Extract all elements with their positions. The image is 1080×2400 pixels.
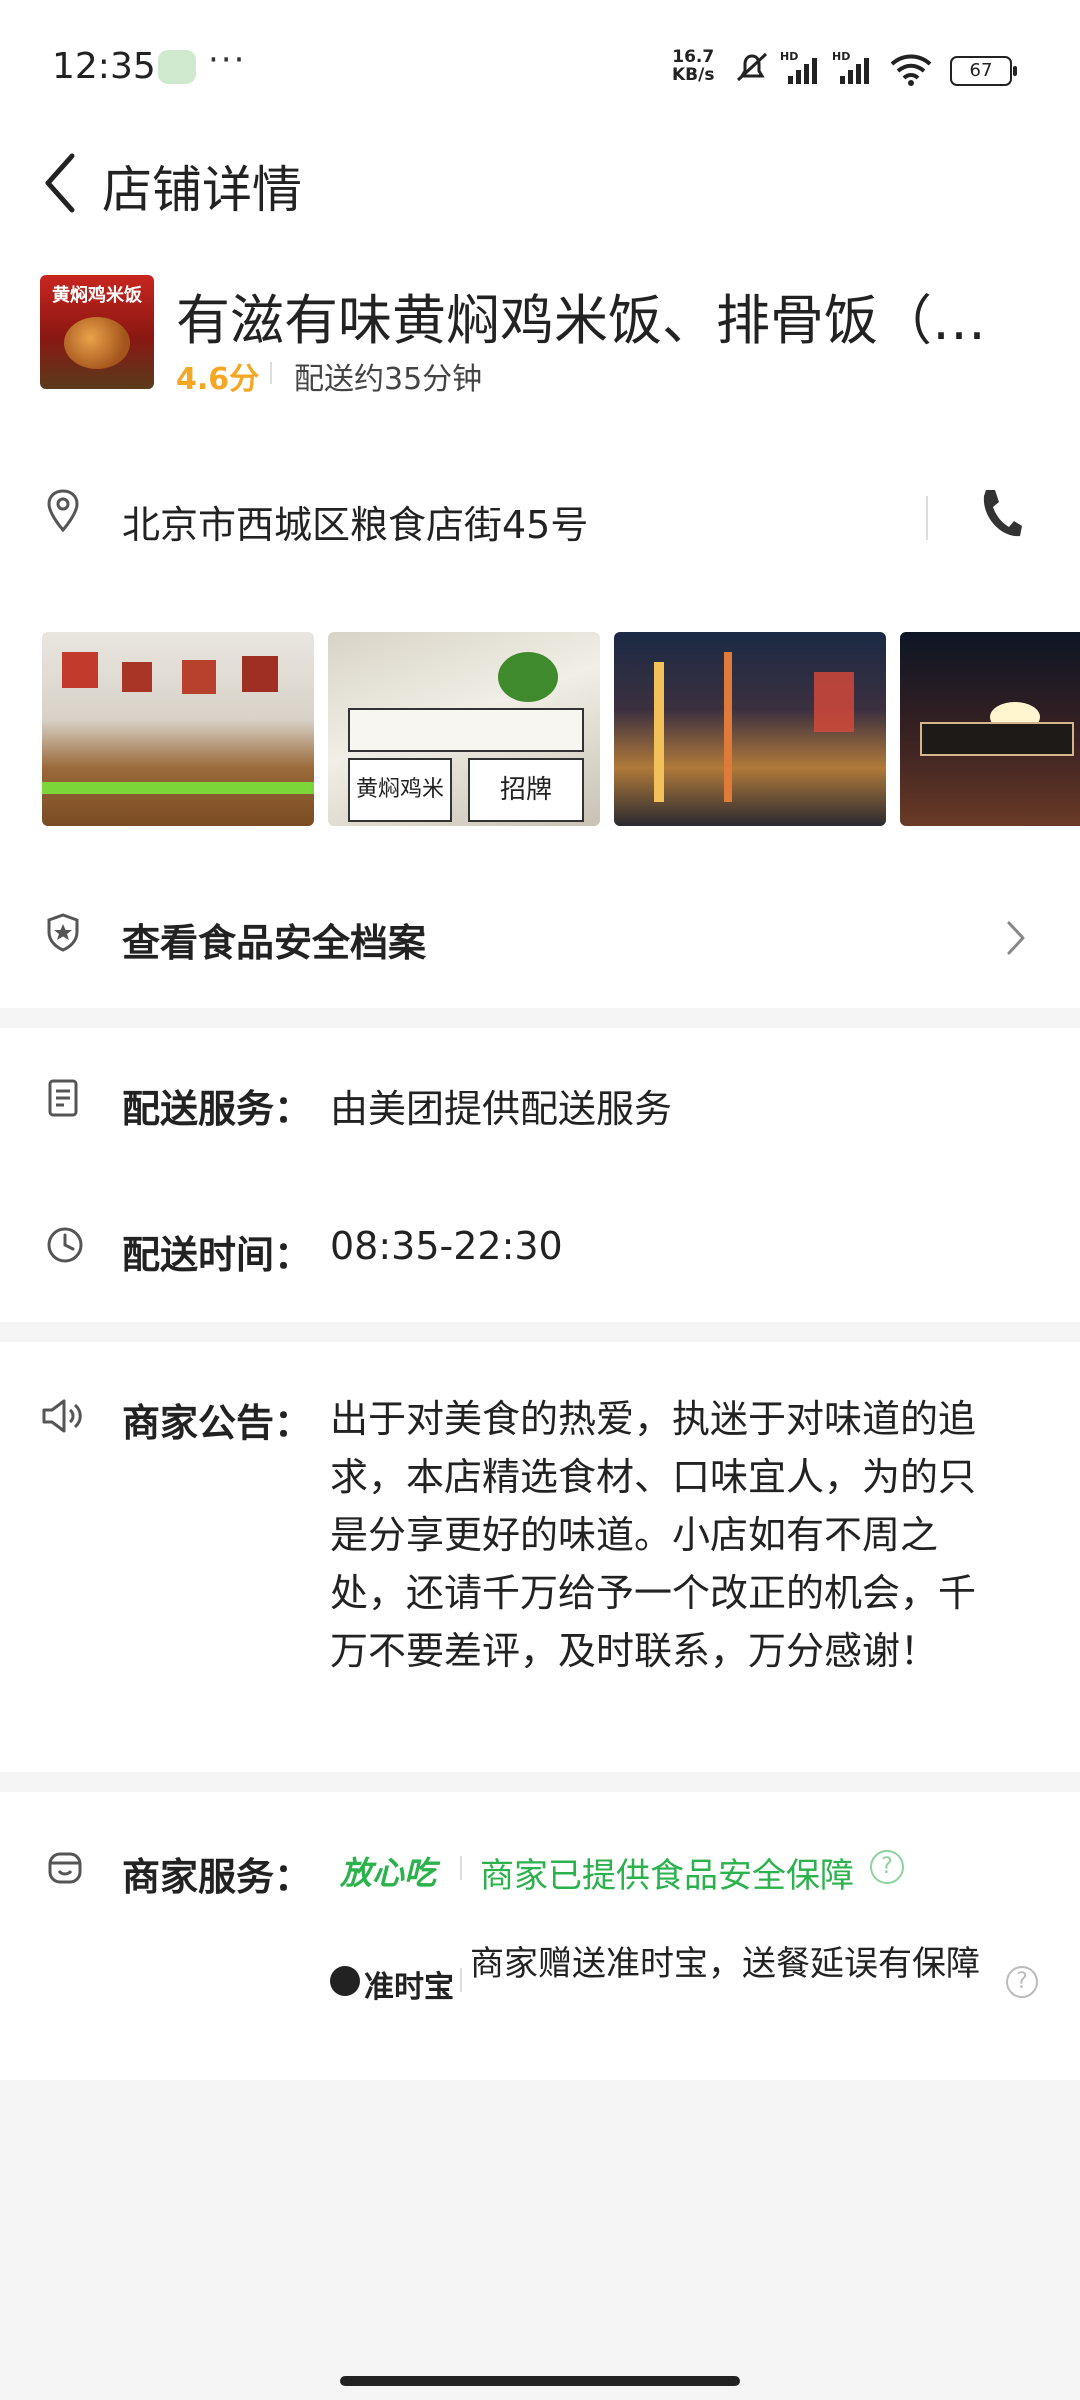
zhunshi-text: 商家赠送准时宝，送餐延误有保障 <box>470 1944 980 1984</box>
svg-text:HD: HD <box>832 50 850 63</box>
food-safety-archive-link[interactable]: 查看食品安全档案 <box>122 912 426 967</box>
speed-value: 16.7 <box>672 47 715 67</box>
photo-wall-decoration <box>122 662 152 692</box>
store-logo: 黄焖鸡米饭 <box>40 275 154 389</box>
phone-icon[interactable] <box>978 486 1024 540</box>
photo-light-strip <box>654 662 664 802</box>
store-photo-3[interactable] <box>614 632 886 826</box>
logo-dish-image <box>64 317 130 369</box>
wechat-icon <box>158 50 196 84</box>
photo-sign-1: 黄焖鸡米饭 <box>348 758 452 822</box>
mute-icon <box>736 52 768 82</box>
help-icon[interactable]: ? <box>1006 1966 1038 1998</box>
photo-menu-banner <box>348 708 584 752</box>
document-icon <box>48 1079 78 1117</box>
rating-divider <box>270 362 272 384</box>
clock-icon <box>47 1227 83 1263</box>
store-rating: 4.6分 <box>176 362 260 397</box>
status-time: 12:35 <box>52 46 156 87</box>
delivery-time-value: 08:35-22:30 <box>330 1224 563 1268</box>
delivery-service-value: 由美团提供配送服务 <box>330 1087 673 1131</box>
delivery-estimate: 配送约35分钟 <box>294 362 483 397</box>
store-photo-4[interactable] <box>900 632 1080 826</box>
store-photo-2[interactable]: 黄焖鸡米饭 招牌 <box>328 632 600 826</box>
zhunshi-badge: 准时宝 <box>364 1970 454 2005</box>
photo-plant <box>498 652 558 702</box>
signal-hd-icon-2: HD <box>832 50 869 84</box>
badge-divider <box>460 1968 462 1992</box>
badge-divider <box>460 1856 462 1880</box>
photo-wall-decoration <box>62 652 98 688</box>
status-bar: 12:35 ··· 16.7 KB/s HD HD 67 <box>0 0 1080 130</box>
section-divider <box>0 1772 1080 1792</box>
zhunshi-clock-icon <box>330 1966 360 1996</box>
signal-hd-icon: HD <box>780 50 817 84</box>
logo-text: 黄焖鸡米饭 <box>52 285 142 306</box>
photo-light-strip <box>724 652 732 802</box>
battery-icon: 67 <box>950 56 1017 86</box>
fangxin-badge: 放心吃 <box>340 1854 437 1892</box>
speed-unit: KB/s <box>672 65 715 85</box>
delivery-time-label: 配送时间： <box>122 1233 313 1277</box>
notice-text: 出于对美食的热爱，执迷于对味道的追求，本店精选食材、口味宜人，为的只是分享更好的… <box>330 1397 977 1673</box>
more-notifications-icon: ··· <box>208 40 247 80</box>
chevron-right-icon[interactable] <box>1004 918 1028 958</box>
photo-sign-2: 招牌 <box>468 758 584 822</box>
fangxin-text: 商家已提供食品安全保障 <box>480 1856 854 1896</box>
help-icon[interactable]: ? <box>870 1850 904 1884</box>
photo-wall-decoration <box>242 656 278 692</box>
photo-green-stools <box>42 782 314 794</box>
photo-shop-sign <box>814 672 854 732</box>
section-divider <box>0 1008 1080 1028</box>
notice-label: 商家公告： <box>122 1401 313 1445</box>
service-icon <box>48 1852 82 1884</box>
location-pin-icon <box>47 489 79 532</box>
wifi-icon <box>890 54 932 86</box>
home-indicator[interactable] <box>340 2376 740 2386</box>
speaker-icon <box>42 1399 82 1433</box>
store-name: 有滋有味黄焖鸡米饭、排骨饭（… <box>176 289 986 352</box>
store-photo-1[interactable] <box>42 632 314 826</box>
network-speed: 16.7 KB/s <box>672 48 714 84</box>
store-address: 北京市西城区粮食店街45号 <box>122 503 589 547</box>
svg-text:HD: HD <box>780 50 798 63</box>
section-divider <box>0 1322 1080 1342</box>
address-divider <box>926 496 928 540</box>
page-title: 店铺详情 <box>102 161 302 219</box>
header: 店铺详情 <box>0 130 1080 240</box>
merchant-service-label: 商家服务： <box>122 1855 313 1899</box>
photo-store-signboard <box>920 722 1074 756</box>
photo-wall-decoration <box>182 660 216 694</box>
shield-star-icon <box>47 913 79 952</box>
chevron-left-icon[interactable] <box>40 148 80 218</box>
delivery-service-label: 配送服务： <box>122 1087 313 1131</box>
